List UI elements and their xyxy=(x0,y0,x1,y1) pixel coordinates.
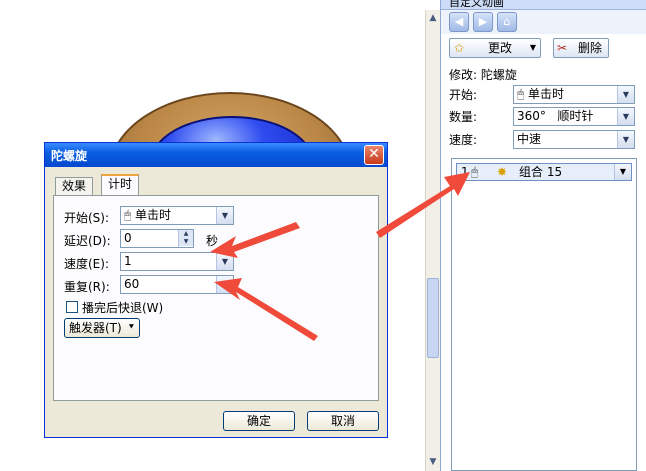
start-select-value: 单击时 xyxy=(528,87,565,101)
spin-up-icon[interactable]: ▲ xyxy=(179,230,193,238)
spin-buttons[interactable]: ▲ ▼ xyxy=(178,230,193,247)
start-select[interactable]: 🖱 单击时 ▼ xyxy=(513,85,635,104)
back-icon[interactable]: ◀ xyxy=(449,12,469,32)
modify-label: 修改: 陀螺旋 xyxy=(449,68,517,82)
speed-label: 速度(E): xyxy=(64,257,109,271)
tab-timing[interactable]: 计时 xyxy=(101,174,140,195)
repeat-select-value: 60 xyxy=(124,277,140,291)
scroll-down-icon[interactable]: ▼ xyxy=(427,456,439,468)
mouse-icon: 🖱 xyxy=(124,208,132,222)
start-select-value: 单击时 xyxy=(135,208,172,222)
start-label: 开始: xyxy=(449,88,478,102)
chevron-down-icon: ▼ xyxy=(617,131,634,148)
chevron-down-icon: ▼ xyxy=(529,43,536,52)
home-icon[interactable]: ⌂ xyxy=(497,12,517,32)
spinner-effect-dialog: 陀螺旋 ✕ 效果 计时 开始(S): 🖱 单击时 ▼ 延迟(D): 0 ▲ ▼ 秒… xyxy=(44,142,388,438)
triggers-label: 触发器(T) xyxy=(69,321,122,335)
delay-label: 延迟(D): xyxy=(64,234,111,248)
rewind-checkbox[interactable] xyxy=(66,301,78,313)
start-select[interactable]: 🖱 单击时 ▼ xyxy=(120,206,234,225)
amount-select-value: 360° 顺时针 xyxy=(517,109,594,123)
pane-body: ✩ 更改 ▼ ✂ 删除 修改: 陀螺旋 开始: 🖱 单击时 ▼ 数量: 360°… xyxy=(441,34,646,471)
animation-list[interactable]: 1 🖱 ✸ 组合 15 ▼ xyxy=(451,158,637,471)
forward-icon[interactable]: ▶ xyxy=(473,12,493,32)
scrollbar-thumb[interactable] xyxy=(427,278,439,358)
dialog-titlebar[interactable]: 陀螺旋 ✕ xyxy=(45,143,387,167)
speed-select[interactable]: 中速 ▼ xyxy=(513,130,635,149)
animation-list-item[interactable]: 1 🖱 ✸ 组合 15 ▼ xyxy=(456,163,632,181)
change-effect-button[interactable]: ✩ 更改 ▼ xyxy=(449,38,541,58)
scroll-up-icon[interactable]: ▲ xyxy=(427,12,439,24)
speed-select[interactable]: 1 ▼ xyxy=(120,252,234,271)
mouse-icon: 🖱 xyxy=(471,165,479,179)
change-button-label: 更改 xyxy=(488,41,513,55)
triggers-button[interactable]: 触发器(T) ⯆ xyxy=(64,318,140,338)
amount-label: 数量: xyxy=(449,110,478,124)
star-effect-icon: ✩ xyxy=(454,41,465,55)
slide-scrollbar[interactable]: ▲ ▼ xyxy=(425,10,440,471)
delay-unit: 秒 xyxy=(206,234,219,248)
speed-select-value: 1 xyxy=(124,254,132,268)
spin-down-icon[interactable]: ▼ xyxy=(179,238,193,246)
chevron-down-icon: ▼ xyxy=(216,207,233,224)
timing-panel: 开始(S): 🖱 单击时 ▼ 延迟(D): 0 ▲ ▼ 秒 速度(E): 1 ▼ … xyxy=(53,195,379,401)
close-icon[interactable]: ✕ xyxy=(364,145,384,165)
tab-effect[interactable]: 效果 xyxy=(55,177,94,195)
start-label: 开始(S): xyxy=(64,211,110,225)
delete-button[interactable]: ✂ 删除 xyxy=(553,38,609,58)
chevron-double-down-icon: ⯆ xyxy=(127,323,135,333)
delay-spinner[interactable]: 0 ▲ ▼ xyxy=(120,229,194,248)
delete-button-label: 删除 xyxy=(578,41,603,55)
repeat-select[interactable]: 60 ▼ xyxy=(120,275,234,294)
remove-effect-icon: ✂ xyxy=(557,41,568,55)
spin-effect-icon: ✸ xyxy=(497,165,508,179)
mouse-icon: 🖱 xyxy=(517,87,525,101)
speed-select-value: 中速 xyxy=(517,132,542,146)
ok-button[interactable]: 确定 xyxy=(223,411,295,431)
chevron-down-icon: ▼ xyxy=(617,108,634,125)
custom-animation-pane: 自定义动画 ◀ ▶ ⌂ ✩ 更改 ▼ ✂ 删除 修改: 陀螺旋 开始: 🖱 单击… xyxy=(440,0,646,471)
animation-item-label: 组合 15 xyxy=(519,165,563,179)
cancel-button[interactable]: 取消 xyxy=(307,411,379,431)
rewind-label: 播完后快退(W) xyxy=(82,301,164,315)
amount-select[interactable]: 360° 顺时针 ▼ xyxy=(513,107,635,126)
chevron-down-icon: ▼ xyxy=(216,276,233,293)
pane-title: 自定义动画 xyxy=(441,0,646,10)
repeat-label: 重复(R): xyxy=(64,280,110,294)
speed-label: 速度: xyxy=(449,133,478,147)
chevron-down-icon: ▼ xyxy=(216,253,233,270)
chevron-down-icon: ▼ xyxy=(617,86,634,103)
chevron-down-icon[interactable]: ▼ xyxy=(614,164,631,180)
animation-order-number: 1 xyxy=(461,165,469,179)
dialog-title: 陀螺旋 xyxy=(51,149,88,163)
delay-value: 0 xyxy=(124,231,132,245)
